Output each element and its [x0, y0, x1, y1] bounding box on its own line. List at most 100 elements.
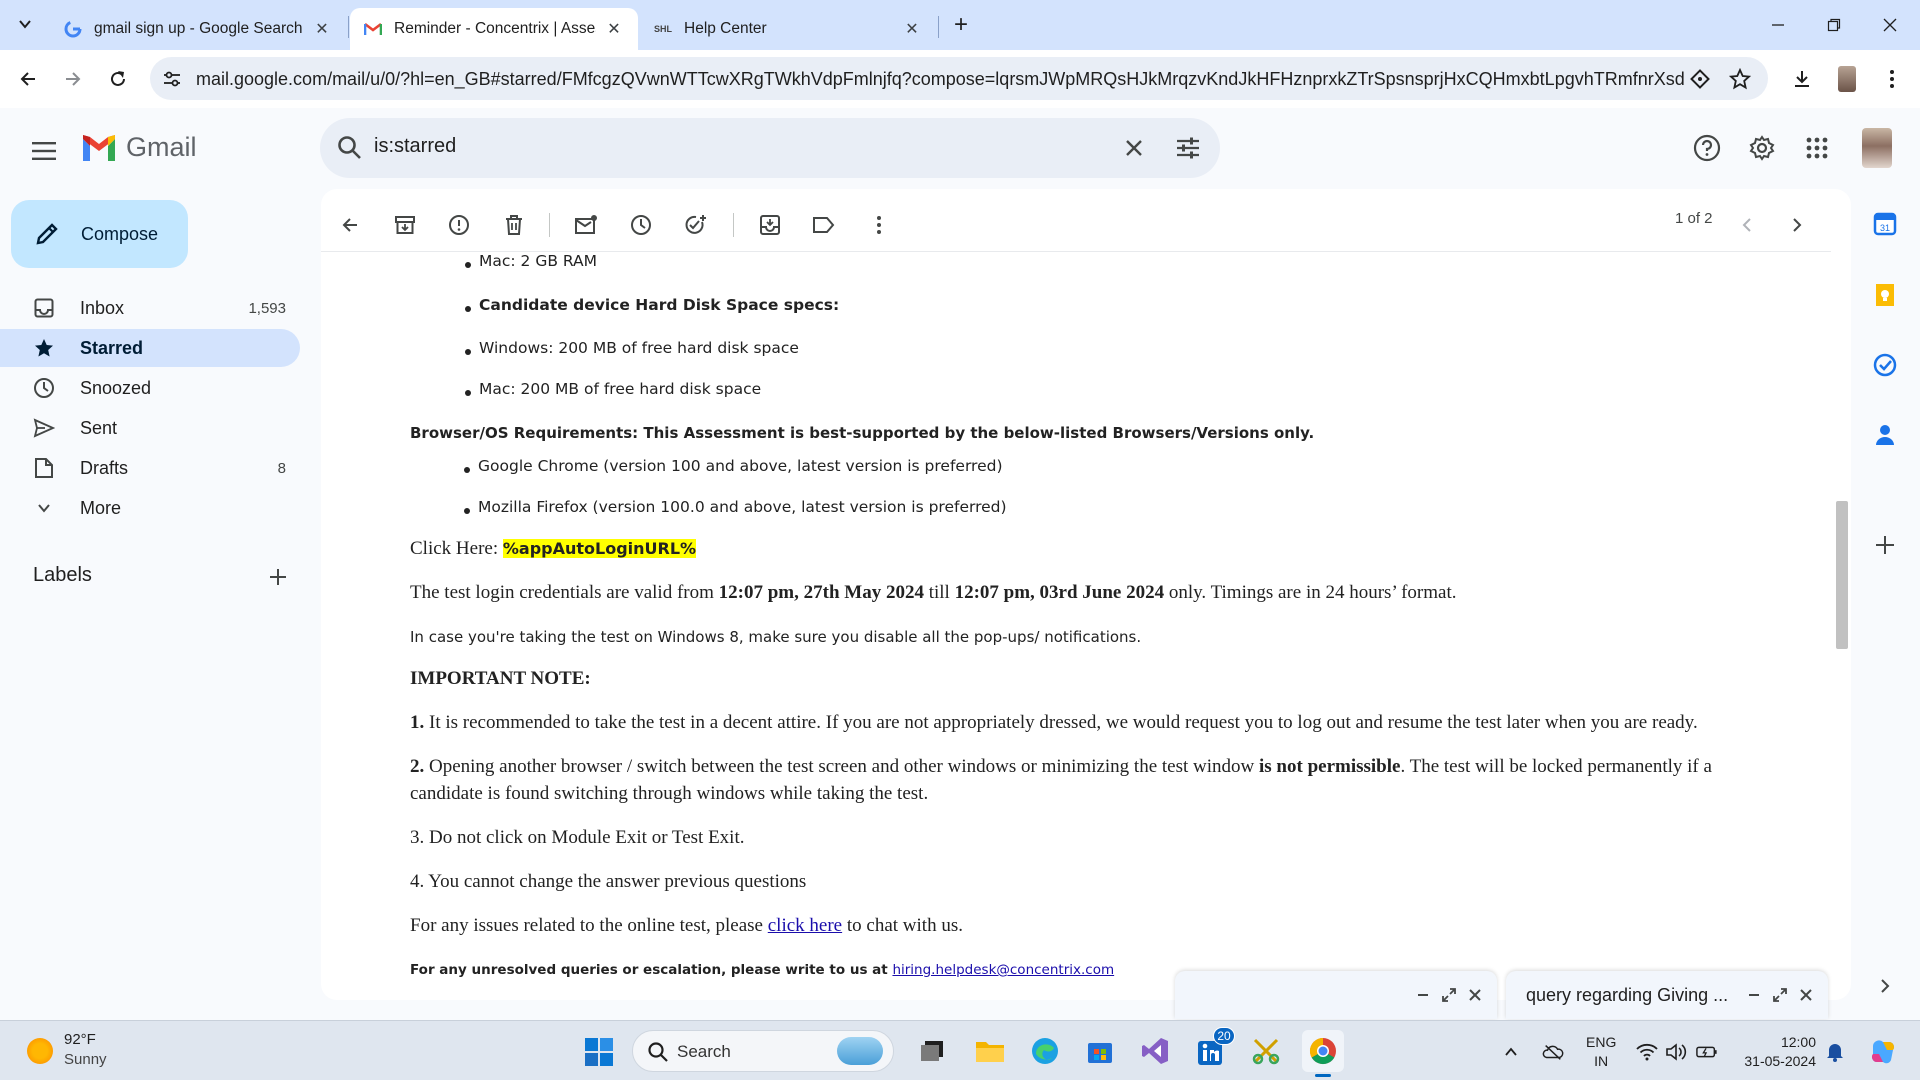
onedrive-icon[interactable] [1542, 1041, 1564, 1063]
tab-help-center[interactable]: SHL Help Center ✕ [640, 8, 936, 50]
search-query[interactable]: is:starred [374, 135, 456, 158]
move-to-icon[interactable] [752, 207, 788, 243]
compose-button[interactable]: Compose [11, 200, 188, 268]
calendar-icon[interactable]: 31 [1870, 209, 1900, 239]
weather-sun-icon[interactable] [27, 1038, 53, 1064]
get-addons-icon[interactable] [1870, 530, 1900, 560]
windows-start-icon[interactable] [584, 1037, 614, 1067]
minimize-icon[interactable] [1413, 985, 1433, 1005]
keep-icon[interactable] [1870, 280, 1900, 310]
close-compose-icon[interactable] [1465, 985, 1485, 1005]
nav-item-snoozed[interactable]: Snoozed [0, 369, 300, 407]
taskbar-search[interactable]: Search [632, 1030, 894, 1072]
more-options-icon[interactable] [861, 207, 897, 243]
back-to-list-icon[interactable] [332, 207, 368, 243]
restore-window-icon[interactable] [1814, 10, 1854, 40]
delete-icon[interactable] [496, 207, 532, 243]
reload-icon[interactable] [100, 61, 136, 97]
notification-bell-icon[interactable] [1824, 1041, 1846, 1063]
battery-icon[interactable] [1696, 1041, 1718, 1063]
settings-gear-icon[interactable] [1745, 131, 1779, 165]
browser-menu-icon[interactable] [1874, 61, 1910, 97]
main-menu-icon[interactable] [26, 133, 62, 169]
apps-grid-icon[interactable] [1800, 131, 1834, 165]
close-tab-icon[interactable]: ✕ [312, 19, 332, 39]
nav-count: 1,593 [248, 299, 286, 317]
close-compose-icon[interactable] [1796, 985, 1816, 1005]
expand-side-panel-icon[interactable] [1870, 971, 1900, 1001]
close-tab-icon[interactable]: ✕ [902, 19, 922, 39]
weather-temperature[interactable]: 92°F [64, 1031, 96, 1048]
search-icon [338, 136, 361, 159]
nav-item-drafts[interactable]: Drafts 8 [0, 449, 300, 487]
lens-icon[interactable] [1688, 67, 1712, 91]
newer-icon[interactable] [1729, 207, 1765, 243]
validity-end: 12:07 pm, 03rd June 2024 [954, 582, 1165, 603]
label-icon[interactable] [806, 207, 842, 243]
nav-item-starred[interactable]: Starred [0, 329, 300, 367]
input-language[interactable]: ENG IN [1586, 1033, 1616, 1071]
mail-search-bar[interactable]: is:starred [320, 118, 1220, 178]
snipping-tool-icon[interactable] [1248, 1033, 1284, 1069]
tasks-icon[interactable] [1870, 350, 1900, 380]
contacts-icon[interactable] [1870, 420, 1900, 450]
gmail-logo[interactable]: Gmail [80, 132, 197, 163]
weather-condition[interactable]: Sunny [64, 1051, 107, 1068]
note-text: Opening another browser / switch between… [424, 756, 1259, 777]
forward-icon[interactable] [55, 61, 91, 97]
linkedin-icon[interactable]: 20 [1193, 1027, 1235, 1069]
copilot-icon[interactable] [1868, 1037, 1898, 1067]
minimized-compose-1[interactable] [1175, 971, 1497, 1019]
windows-taskbar: 92°F Sunny Search 20 ENG IN 12:00 31-05-… [0, 1020, 1920, 1080]
minimize-icon[interactable] [1744, 985, 1764, 1005]
back-icon[interactable] [10, 61, 46, 97]
account-avatar[interactable] [1862, 128, 1892, 168]
archive-icon[interactable] [387, 207, 423, 243]
tab-search-button[interactable] [10, 9, 40, 39]
tab-google-search[interactable]: gmail sign up - Google Search ✕ [50, 8, 346, 50]
older-icon[interactable] [1779, 207, 1815, 243]
validity-start: 12:07 pm, 27th May 2024 [718, 582, 924, 603]
close-window-icon[interactable] [1870, 10, 1910, 40]
minimized-compose-2[interactable]: query regarding Giving ... [1506, 971, 1828, 1019]
profile-avatar[interactable] [1829, 61, 1865, 97]
visual-studio-icon[interactable] [1137, 1033, 1173, 1069]
file-explorer-icon[interactable] [972, 1033, 1008, 1069]
edge-browser-icon[interactable] [1027, 1033, 1063, 1069]
text-chrome: Google Chrome (version 100 and above, la… [478, 457, 1003, 475]
wifi-icon[interactable] [1636, 1041, 1658, 1063]
bullet [465, 349, 471, 355]
scrollbar-thumb[interactable] [1836, 501, 1848, 649]
minimize-window-icon[interactable] [1758, 10, 1798, 40]
chat-link[interactable]: click here [768, 915, 842, 936]
report-spam-icon[interactable] [441, 207, 477, 243]
microsoft-store-icon[interactable] [1082, 1033, 1118, 1069]
bookmark-star-icon[interactable] [1728, 67, 1752, 91]
validity-text: till [923, 582, 955, 603]
full-screen-icon[interactable] [1770, 985, 1790, 1005]
nav-item-inbox[interactable]: Inbox 1,593 [0, 289, 300, 327]
auto-login-placeholder: %appAutoLoginURL% [502, 539, 697, 558]
star-icon [32, 336, 56, 360]
site-settings-icon[interactable] [160, 67, 184, 91]
add-to-tasks-icon[interactable] [678, 207, 714, 243]
show-hidden-icons[interactable] [1500, 1041, 1522, 1063]
helpdesk-email-link[interactable]: hiring.helpdesk@concentrix.com [892, 962, 1114, 978]
support-icon[interactable] [1690, 131, 1724, 165]
new-tab-icon[interactable]: + [948, 11, 974, 38]
nav-item-sent[interactable]: Sent [0, 409, 300, 447]
volume-icon[interactable] [1665, 1041, 1687, 1063]
download-icon[interactable] [1784, 61, 1820, 97]
add-label-icon[interactable] [264, 563, 292, 591]
tab-gmail-reminder[interactable]: Reminder - Concentrix | Assessment ✕ [350, 8, 638, 50]
mark-unread-icon[interactable] [568, 207, 604, 243]
full-screen-icon[interactable] [1439, 985, 1459, 1005]
snooze-icon[interactable] [623, 207, 659, 243]
nav-item-more[interactable]: More [0, 489, 300, 527]
system-clock[interactable]: 12:00 31-05-2024 [1736, 1033, 1816, 1071]
close-tab-icon[interactable]: ✕ [604, 19, 624, 39]
address-bar[interactable]: mail.google.com/mail/u/0/?hl=en_GB#starr… [150, 57, 1768, 100]
chrome-icon[interactable] [1302, 1030, 1344, 1077]
nav-label: Starred [80, 337, 144, 358]
task-view-icon[interactable] [914, 1033, 950, 1069]
